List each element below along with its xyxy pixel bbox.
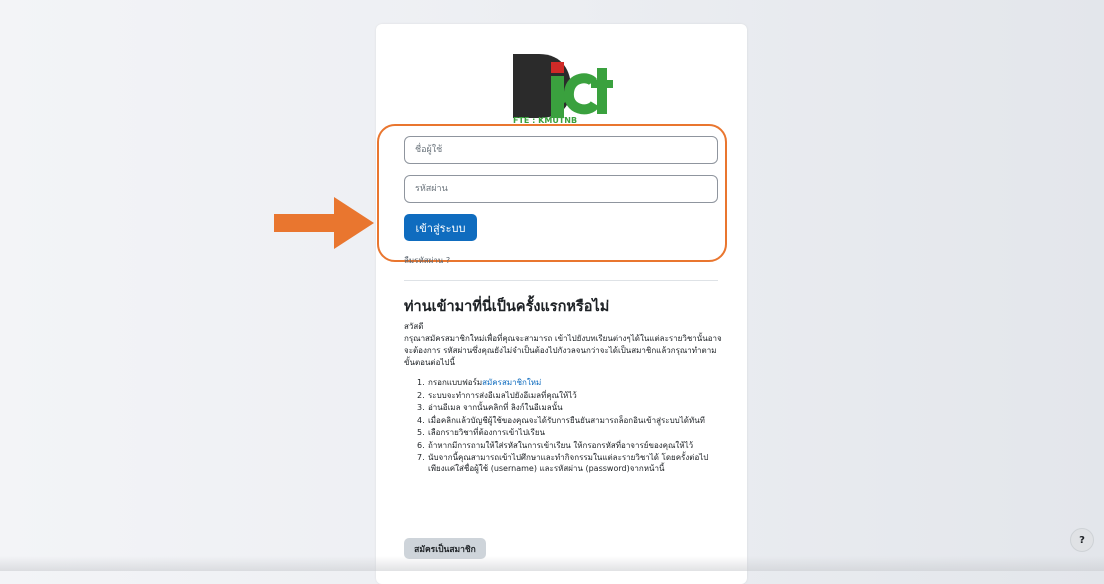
- intro-text: กรุณาสมัครสมาชิกใหม่เพื่อที่คุณจะสามารถ …: [404, 334, 722, 367]
- step-number: 1.: [417, 378, 425, 387]
- arrow-right-icon: [274, 197, 374, 249]
- password-input[interactable]: [404, 175, 718, 203]
- divider: [404, 280, 718, 281]
- step-item: 4. เมื่อคลิกแล้วบัญชีผู้ใช้ของคุณจะได้รับ…: [404, 415, 722, 426]
- step-text: ถ้าหากมีการถามให้ใส่รหัสในการเข้าเรียน ใ…: [428, 440, 694, 450]
- step-item: 6. ถ้าหากมีการถามให้ใส่รหัสในการเข้าเรียน…: [404, 440, 722, 451]
- step-number: 5.: [417, 428, 425, 437]
- logo-tagline: FTE : KMUTNB: [513, 116, 577, 124]
- step-item: 7. นับจากนี้คุณสามารถเข้าไปศึกษาและทำกิจก…: [404, 452, 722, 474]
- signup-steps: 1. กรอกแบบฟอร์มสมัครสมาชิกใหม่ 2. ระบบจะทำ…: [404, 377, 722, 476]
- step-text: เลือกรายวิชาที่ต้องการเข้าไปเรียน: [428, 428, 545, 437]
- username-input[interactable]: [404, 136, 718, 164]
- bottom-fade: [0, 556, 1104, 571]
- ict-logo: FTE : KMUTNB: [513, 54, 613, 124]
- step-number: 2.: [417, 390, 425, 400]
- login-card: FTE : KMUTNB เข้าสู่ระบบ ลืมรหัสผ่าน ? ท…: [376, 24, 747, 584]
- step-number: 3.: [417, 403, 425, 412]
- step-text: ระบบจะทำการส่งอีเมลไปยังอีเมลที่คุณให้ไว…: [428, 390, 577, 400]
- greeting-text: สวัสดี: [404, 322, 424, 331]
- step-item: 5. เลือกรายวิชาที่ต้องการเข้าไปเรียน: [404, 427, 722, 438]
- step-text: กรอกแบบฟอร์ม: [428, 378, 483, 387]
- step-text: อ่านอีเมล จากนั้นคลิกที่ ลิงก์ในอีเมลนั้…: [428, 403, 563, 412]
- step-text: เมื่อคลิกแล้วบัญชีผู้ใช้ของคุณจะได้รับกา…: [428, 415, 705, 425]
- step-number: 7.: [417, 453, 425, 462]
- step-item: 1. กรอกแบบฟอร์มสมัครสมาชิกใหม่: [404, 377, 722, 388]
- login-button[interactable]: เข้าสู่ระบบ: [404, 214, 477, 241]
- step-item: 2. ระบบจะทำการส่งอีเมลไปยังอีเมลที่คุณให้…: [404, 390, 722, 401]
- step-text: นับจากนี้คุณสามารถเข้าไปศึกษาและทำกิจกรร…: [428, 453, 709, 473]
- new-signup-link[interactable]: สมัครสมาชิกใหม่: [482, 378, 541, 387]
- help-button[interactable]: ?: [1070, 528, 1094, 552]
- step-number: 6.: [417, 440, 425, 450]
- first-time-heading: ท่านเข้ามาที่นี่เป็นครั้งแรกหรือไม่: [404, 299, 610, 315]
- step-number: 4.: [417, 415, 425, 425]
- forgot-password-link[interactable]: ลืมรหัสผ่าน ?: [404, 254, 450, 267]
- step-item: 3. อ่านอีเมล จากนั้นคลิกที่ ลิงก์ในอีเมลน…: [404, 402, 722, 413]
